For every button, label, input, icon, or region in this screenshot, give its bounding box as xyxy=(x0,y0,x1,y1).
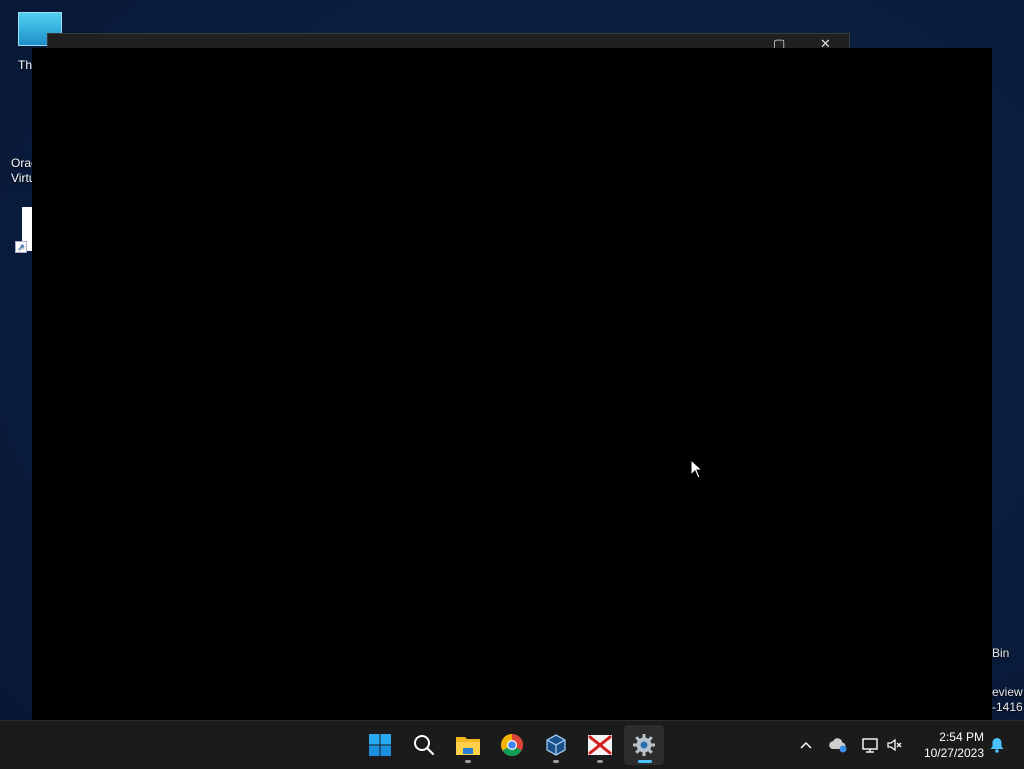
clock-date: 10/27/2023 xyxy=(923,746,984,760)
gear-icon xyxy=(633,734,655,756)
eval-watermark-line2: -1416 xyxy=(992,700,1023,714)
windows-start-icon xyxy=(369,734,391,756)
x-app-button[interactable] xyxy=(580,725,620,765)
settings-button[interactable] xyxy=(624,725,664,765)
cloud-status-icon xyxy=(829,738,847,753)
tray-overflow-chevron[interactable] xyxy=(796,721,816,769)
network-icon xyxy=(862,738,878,753)
chevron-up-icon xyxy=(800,741,812,749)
desktop-icon-label: Th xyxy=(18,58,33,72)
chrome-icon xyxy=(501,734,523,756)
virtualbox-button[interactable] xyxy=(536,725,576,765)
volume-tray-button[interactable] xyxy=(884,721,906,769)
network-tray-button[interactable] xyxy=(858,721,882,769)
shortcut-arrow-icon: ↗ xyxy=(15,241,27,253)
mouse-cursor-icon xyxy=(690,459,704,479)
search-button[interactable] xyxy=(404,725,444,765)
folder-icon xyxy=(456,737,480,755)
bell-icon xyxy=(990,738,1004,753)
search-icon xyxy=(414,735,435,756)
chrome-button[interactable] xyxy=(492,725,532,765)
onedrive-tray-button[interactable] xyxy=(826,721,850,769)
running-indicator xyxy=(465,760,471,763)
eval-watermark-line1: eview xyxy=(992,685,1023,699)
speaker-muted-icon xyxy=(887,738,902,752)
notifications-button[interactable] xyxy=(986,721,1008,769)
clock[interactable]: 2:54 PM 10/27/2023 xyxy=(914,729,984,761)
taskbar: 2:54 PM 10/27/2023 xyxy=(0,720,1024,769)
recycle-bin-label: Bin xyxy=(992,646,1010,660)
running-indicator xyxy=(553,760,559,763)
red-x-icon xyxy=(588,735,612,755)
start-button[interactable] xyxy=(360,725,400,765)
black-window-pane[interactable] xyxy=(32,48,992,720)
clock-time: 2:54 PM xyxy=(939,730,984,744)
virtualbox-icon xyxy=(546,734,566,756)
file-explorer-button[interactable] xyxy=(448,725,488,765)
running-indicator-active xyxy=(638,760,652,763)
running-indicator xyxy=(597,760,603,763)
